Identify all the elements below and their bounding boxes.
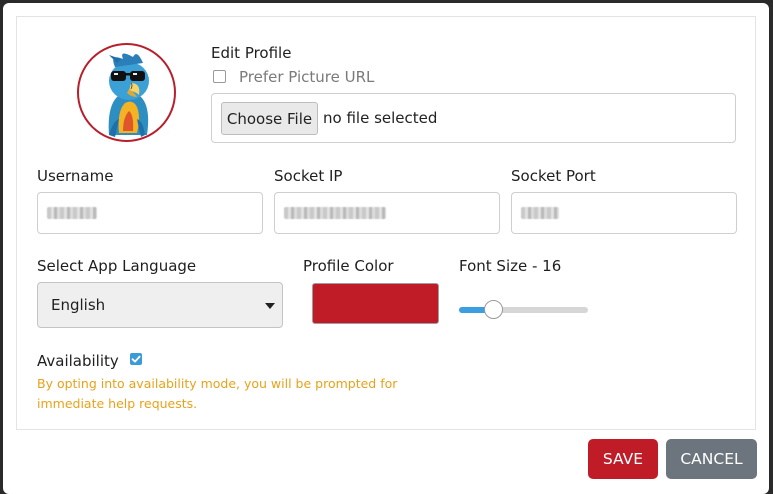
language-value: English [51, 296, 106, 314]
file-status-text: no file selected [323, 109, 438, 127]
edit-profile-title: Edit Profile [211, 44, 292, 62]
slider-thumb[interactable] [483, 300, 503, 319]
file-input: Choose File no file selected [211, 93, 736, 143]
socket-ip-label: Socket IP [274, 167, 343, 185]
availability-label: Availability [37, 352, 119, 370]
parrot-avatar-icon [108, 53, 149, 137]
prefer-url-label: Prefer Picture URL [239, 68, 375, 86]
socket-port-input[interactable] [511, 192, 737, 234]
edit-profile-dialog: Edit Profile Prefer Picture URL Choose F… [3, 3, 769, 494]
username-value-redacted [47, 207, 97, 219]
username-input[interactable] [37, 192, 263, 234]
socket-port-value-redacted [521, 207, 559, 219]
save-button[interactable]: SAVE [588, 439, 658, 479]
socket-ip-value-redacted [284, 207, 386, 219]
font-size-slider[interactable] [459, 300, 588, 319]
chevron-down-icon [265, 303, 275, 309]
language-label: Select App Language [37, 257, 197, 275]
availability-notice: By opting into availability mode, you wi… [37, 376, 398, 411]
profile-color-picker[interactable] [312, 283, 439, 324]
check-icon [131, 355, 141, 363]
profile-form: Edit Profile Prefer Picture URL Choose F… [16, 16, 756, 430]
profile-avatar[interactable] [77, 43, 176, 142]
prefer-url-checkbox[interactable] [213, 70, 226, 83]
socket-port-label: Socket Port [511, 167, 596, 185]
font-size-label: Font Size - 16 [459, 257, 562, 275]
username-label: Username [37, 167, 114, 185]
language-select[interactable]: English [37, 282, 283, 328]
profile-color-label: Profile Color [303, 257, 394, 275]
availability-checkbox[interactable] [130, 353, 142, 365]
socket-ip-input[interactable] [274, 192, 500, 234]
choose-file-button[interactable]: Choose File [221, 102, 318, 135]
cancel-button[interactable]: CANCEL [666, 439, 757, 479]
